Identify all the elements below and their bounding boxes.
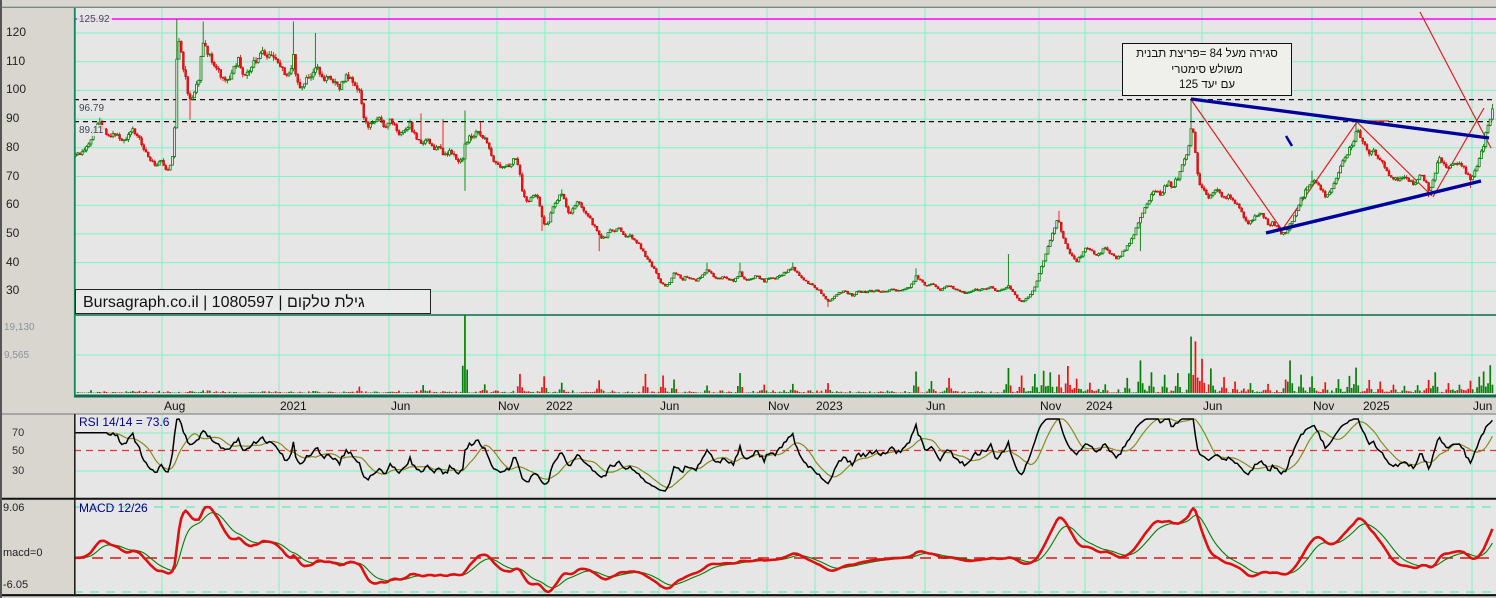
date-axis-label: Nov xyxy=(768,399,790,413)
price-axis-label: 120 xyxy=(6,25,27,39)
date-axis-label: 2022 xyxy=(546,399,573,413)
macd-min-label: -6.05 xyxy=(3,579,29,591)
date-axis-label: Nov xyxy=(1313,399,1335,413)
date-axis-label: Nov xyxy=(1040,399,1062,413)
date-axis-label: 2021 xyxy=(280,399,307,413)
date-axis-strip xyxy=(0,397,1496,414)
macd-panel-title: MACD 12/26 xyxy=(79,501,148,515)
price-axis-label: 90 xyxy=(6,111,20,126)
date-axis-label: Jun xyxy=(1473,399,1493,413)
price-axis-label: 100 xyxy=(6,82,27,97)
annotation-line: סגירה מעל 84 =פריצת תבנית xyxy=(1136,48,1278,60)
volume-axis-label: 19,130 xyxy=(4,322,35,333)
support-level-label: 89.11 xyxy=(77,125,106,136)
date-axis-label: 2024 xyxy=(1086,399,1113,413)
date-axis-label: Aug xyxy=(164,399,186,413)
price-axis-label: 40 xyxy=(6,254,20,269)
date-axis-label: Jun xyxy=(391,399,411,413)
rsi-level-label: 50 xyxy=(12,444,25,457)
date-axis-label: Jun xyxy=(926,399,946,413)
price-axis-label: 80 xyxy=(6,139,20,154)
analyst-annotation-box[interactable]: סגירה מעל 84 =פריצת תבנית משולש סימטרי ע… xyxy=(1122,43,1292,96)
macd-max-label: 9.06 xyxy=(3,502,25,514)
annotation-line: משולש סימטרי xyxy=(1171,63,1243,76)
magenta-level-label: 125.92 xyxy=(77,14,112,25)
rsi-level-label: 30 xyxy=(12,465,25,477)
watermark-symbol-title: Bursagraph.co.il | 1080597 | גילת טלקום xyxy=(75,289,431,314)
price-axis-label: 110 xyxy=(6,53,26,68)
date-axis-label: Jun xyxy=(1203,399,1223,413)
rsi-panel-title: RSI 14/14 = 73.6 xyxy=(79,415,170,429)
date-axis-label: 2023 xyxy=(816,399,843,413)
date-axis-label: 2025 xyxy=(1363,399,1390,413)
annotation-line: עם יעד 125 xyxy=(1178,79,1236,91)
price-axis-label: 30 xyxy=(6,283,20,298)
price-axis-label: 50 xyxy=(6,225,20,240)
date-axis-label: Nov xyxy=(498,399,520,413)
resistance-level-label: 96.79 xyxy=(77,103,107,114)
price-axis-label: 60 xyxy=(6,197,20,212)
macd-zero-label: macd=0 xyxy=(3,547,43,559)
volume-axis-label: 9,565 xyxy=(4,350,30,361)
rsi-level-label: 70 xyxy=(12,427,25,439)
price-axis-label: 70 xyxy=(6,168,20,183)
date-axis-label: Jun xyxy=(660,399,680,413)
bursagraph-chart-window: 125.92 96.79 89.11 Bursagraph.co.il | 10… xyxy=(0,0,1496,598)
